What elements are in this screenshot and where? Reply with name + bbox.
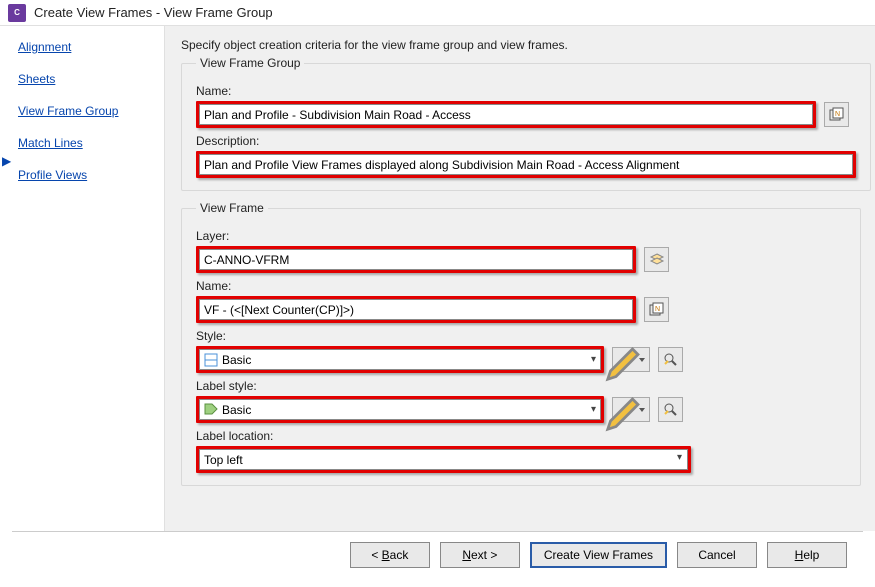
frame-name-label: Name: — [196, 279, 846, 293]
group-name-label: Name: — [196, 84, 856, 98]
view-frame-group-fieldset: View Frame Group Name: N Description: — [181, 56, 871, 191]
group-desc-label: Description: — [196, 134, 856, 148]
style-edit-button[interactable] — [612, 347, 650, 372]
content-pane: Specify object creation criteria for the… — [165, 26, 875, 531]
active-step-arrow: ▶ — [2, 154, 11, 168]
nav-sheets[interactable]: Sheets — [18, 72, 154, 86]
nav-match-lines[interactable]: Match Lines — [18, 136, 154, 150]
wizard-sidebar: ▶ Alignment Sheets View Frame Group Matc… — [0, 26, 165, 531]
frame-name-input[interactable] — [199, 299, 633, 320]
group-desc-input[interactable] — [199, 154, 853, 175]
view-frame-fieldset: View Frame Layer: Name: N Style: — [181, 201, 861, 486]
svg-text:N: N — [835, 111, 840, 118]
chevron-down-icon: ▾ — [591, 404, 596, 415]
frame-legend: View Frame — [196, 201, 268, 215]
style-glyph-icon — [204, 353, 218, 367]
cancel-button[interactable]: Cancel — [677, 542, 757, 568]
group-name-input[interactable] — [199, 104, 813, 125]
frame-style-label: Style: — [196, 329, 846, 343]
next-button[interactable]: Next > — [440, 542, 520, 568]
frame-style-value: Basic — [222, 353, 591, 367]
group-name-template-button[interactable]: N — [824, 102, 849, 127]
style-preview-icon — [663, 352, 679, 368]
instruction-text: Specify object creation criteria for the… — [181, 38, 861, 52]
back-button[interactable]: < Back — [350, 542, 430, 568]
edit-style-icon — [605, 388, 649, 432]
labelstyle-preview-button[interactable] — [658, 397, 683, 422]
chevron-down-icon: ▾ — [591, 354, 596, 365]
nav-alignment[interactable]: Alignment — [18, 40, 154, 54]
name-template-icon: N — [649, 302, 665, 318]
create-view-frames-button[interactable]: Create View Frames — [530, 542, 667, 568]
frame-labelstyle-select[interactable]: Basic ▾ — [199, 399, 601, 420]
frame-labelloc-label: Label location: — [196, 429, 846, 443]
frame-layer-label: Layer: — [196, 229, 846, 243]
app-icon: C — [8, 4, 26, 22]
frame-labelloc-select[interactable]: Top left — [199, 449, 688, 470]
labelstyle-edit-button[interactable] — [612, 397, 650, 422]
nav-view-frame-group[interactable]: View Frame Group — [18, 104, 154, 118]
nav-profile-views[interactable]: Profile Views — [18, 168, 154, 182]
style-preview-button[interactable] — [658, 347, 683, 372]
svg-text:N: N — [655, 306, 660, 313]
frame-style-select[interactable]: Basic ▾ — [199, 349, 601, 370]
tag-glyph-icon — [204, 403, 218, 417]
main-area: ▶ Alignment Sheets View Frame Group Matc… — [0, 26, 875, 531]
group-legend: View Frame Group — [196, 56, 304, 70]
name-template-icon: N — [829, 107, 845, 123]
frame-layer-input[interactable] — [199, 249, 633, 270]
title-bar: C Create View Frames - View Frame Group — [0, 0, 875, 26]
edit-style-icon — [605, 338, 649, 382]
frame-labelstyle-label: Label style: — [196, 379, 846, 393]
layer-picker-icon — [649, 252, 665, 268]
layer-picker-button[interactable] — [644, 247, 669, 272]
help-button[interactable]: Help — [767, 542, 847, 568]
dialog-title: Create View Frames - View Frame Group — [34, 5, 273, 20]
frame-labelstyle-value: Basic — [222, 403, 591, 417]
frame-name-template-button[interactable]: N — [644, 297, 669, 322]
dialog-footer: < Back Next > Create View Frames Cancel … — [0, 532, 875, 578]
style-preview-icon — [663, 402, 679, 418]
